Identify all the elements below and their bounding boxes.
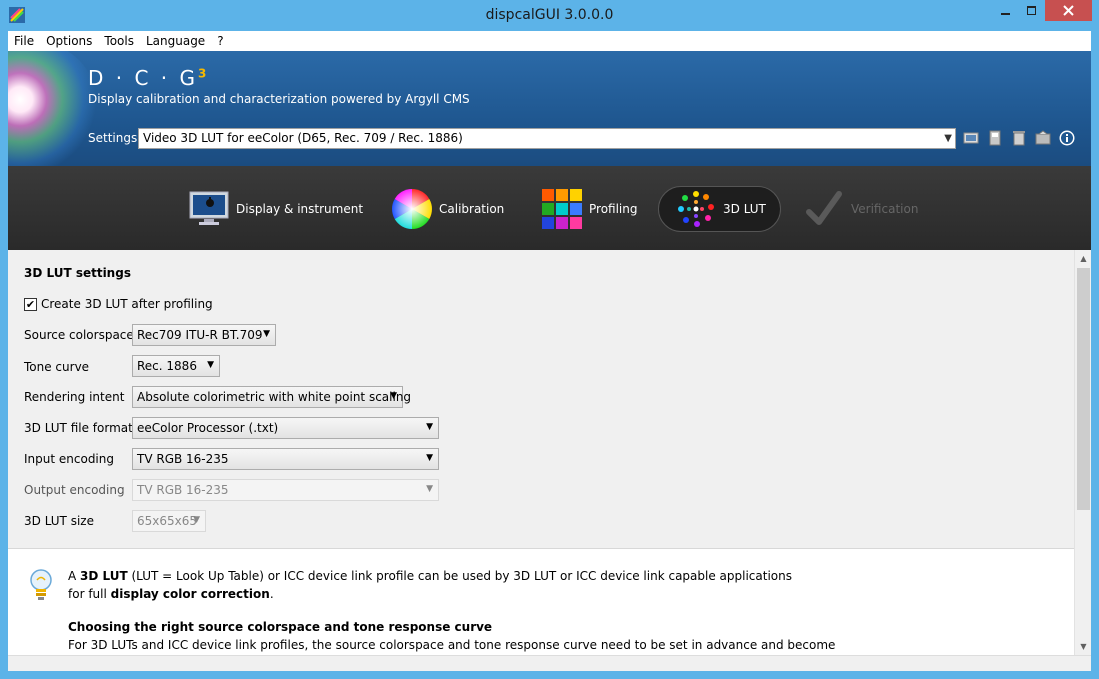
output-encoding-label: Output encoding — [24, 483, 125, 497]
output-encoding-dropdown: TV RGB 16-235 ▼ — [132, 479, 439, 501]
tab-3d-lut[interactable]: 3D LUT — [658, 186, 781, 232]
settings-dropdown[interactable]: Video 3D LUT for eeColor (D65, Rec. 709 … — [138, 128, 956, 149]
lut-size-dropdown: 65x65x65 ▼ — [132, 510, 206, 532]
menu-language[interactable]: Language — [146, 34, 205, 48]
tab-display-instrument[interactable]: Display & instrument — [188, 186, 363, 232]
tab-bar: Display & instrument Calibration Profili… — [8, 166, 1091, 250]
chevron-down-icon: ▼ — [207, 360, 214, 370]
app-header: D · C · G3 Display calibration and chara… — [8, 51, 1091, 166]
section-title: 3D LUT settings — [24, 266, 131, 280]
rendering-intent-label: Rendering intent — [24, 390, 125, 404]
lut-file-format-value: eeColor Processor (.txt) — [137, 421, 279, 435]
source-colorspace-dropdown[interactable]: Rec709 ITU-R BT.709 ▼ — [132, 324, 276, 346]
info-heading: Choosing the right source colorspace and… — [68, 620, 493, 634]
scroll-thumb[interactable] — [1077, 268, 1090, 510]
settings-value: Video 3D LUT for eeColor (D65, Rec. 709 … — [143, 131, 463, 145]
create-lut-label: Create 3D LUT after profiling — [41, 297, 213, 311]
source-colorspace-value: Rec709 ITU-R BT.709 — [137, 328, 263, 342]
rendering-intent-dropdown[interactable]: Absolute colorimetric with white point s… — [132, 386, 411, 408]
chevron-down-icon: ▼ — [426, 484, 433, 494]
tone-curve-dropdown[interactable]: Rec. 1886 ▼ — [132, 355, 220, 377]
minimize-button[interactable] — [993, 0, 1019, 21]
load-settings-icon[interactable] — [963, 130, 979, 146]
maximize-button[interactable] — [1019, 0, 1045, 21]
lut-settings-panel: 3D LUT settings ✔ Create 3D LUT after pr… — [8, 250, 1074, 548]
tab-label: 3D LUT — [723, 202, 766, 216]
output-encoding-value: TV RGB 16-235 — [137, 483, 229, 497]
lut-file-format-dropdown[interactable]: eeColor Processor (.txt) ▼ — [132, 417, 439, 439]
monitor-icon — [189, 191, 229, 225]
create-lut-checkbox-row[interactable]: ✔ Create 3D LUT after profiling — [24, 297, 213, 311]
tab-profiling[interactable]: Profiling — [541, 186, 638, 232]
color-patches-icon — [542, 189, 582, 229]
save-settings-icon[interactable] — [987, 130, 1003, 146]
input-encoding-value: TV RGB 16-235 — [137, 452, 229, 466]
info-icon[interactable] — [1059, 130, 1075, 146]
app-window: dispcalGUI 3.0.0.0 File Options Tools La… — [0, 0, 1099, 679]
menu-file[interactable]: File — [14, 34, 34, 48]
menu-tools[interactable]: Tools — [104, 34, 134, 48]
delete-settings-icon[interactable] — [1011, 130, 1027, 146]
tab-verification[interactable]: Verification — [803, 186, 918, 232]
tagline: Display calibration and characterization… — [88, 92, 470, 106]
close-button[interactable] — [1045, 0, 1092, 21]
title-bar[interactable]: dispcalGUI 3.0.0.0 — [0, 0, 1099, 31]
lut-file-format-label: 3D LUT file format — [24, 421, 133, 435]
chevron-down-icon: ▼ — [263, 329, 270, 339]
brand-logo: D · C · G3 — [88, 66, 210, 90]
lut-size-value: 65x65x65 — [137, 514, 198, 528]
scroll-down-arrow-icon[interactable]: ▼ — [1075, 638, 1092, 655]
lut-size-label: 3D LUT size — [24, 514, 94, 528]
info-paragraph-2: for full display color correction. — [68, 587, 274, 601]
lut-dots-icon — [678, 191, 714, 227]
status-bar — [8, 655, 1091, 671]
chevron-down-icon: ▼ — [193, 515, 200, 525]
install-profile-icon[interactable] — [1035, 130, 1051, 146]
menu-options[interactable]: Options — [46, 34, 92, 48]
scroll-up-arrow-icon[interactable]: ▲ — [1075, 250, 1092, 267]
maximize-icon — [1027, 5, 1036, 15]
chevron-down-icon: ▼ — [390, 391, 397, 401]
vertical-scrollbar[interactable]: ▲ ▼ — [1074, 250, 1091, 655]
settings-toolbar — [963, 130, 1083, 146]
menu-help[interactable]: ? — [217, 34, 223, 48]
lightbulb-icon — [30, 569, 52, 600]
tab-label: Display & instrument — [236, 202, 364, 216]
chevron-down-icon: ▼ — [944, 133, 952, 144]
input-encoding-dropdown[interactable]: TV RGB 16-235 ▼ — [132, 448, 439, 470]
info-paragraph-3: For 3D LUTs and ICC device link profiles… — [68, 638, 836, 652]
menu-bar: File Options Tools Language ? — [8, 31, 1091, 51]
tone-curve-label: Tone curve — [24, 360, 90, 374]
window-title: dispcalGUI 3.0.0.0 — [485, 7, 614, 23]
input-encoding-label: Input encoding — [24, 452, 114, 466]
logo-glow — [8, 51, 98, 166]
chevron-down-icon: ▼ — [426, 422, 433, 432]
minimize-icon — [1001, 12, 1010, 15]
tab-label: Calibration — [439, 202, 505, 216]
checkmark-icon — [806, 191, 842, 225]
tab-calibration[interactable]: Calibration — [391, 186, 504, 232]
info-paragraph-1: A 3D LUT (LUT = Look Up Table) or ICC de… — [68, 569, 792, 583]
close-icon — [1063, 5, 1074, 16]
color-wheel-icon — [392, 189, 432, 229]
tab-label: Verification — [851, 202, 919, 216]
tab-label: Profiling — [589, 202, 638, 216]
info-panel: A 3D LUT (LUT = Look Up Table) or ICC de… — [8, 548, 1074, 655]
source-colorspace-label: Source colorspace — [24, 328, 134, 342]
rendering-intent-value: Absolute colorimetric with white point s… — [137, 390, 412, 404]
settings-label: Settings — [88, 131, 138, 145]
tone-curve-value: Rec. 1886 — [137, 359, 197, 373]
chevron-down-icon: ▼ — [426, 453, 433, 463]
create-lut-checkbox[interactable]: ✔ — [24, 297, 37, 311]
